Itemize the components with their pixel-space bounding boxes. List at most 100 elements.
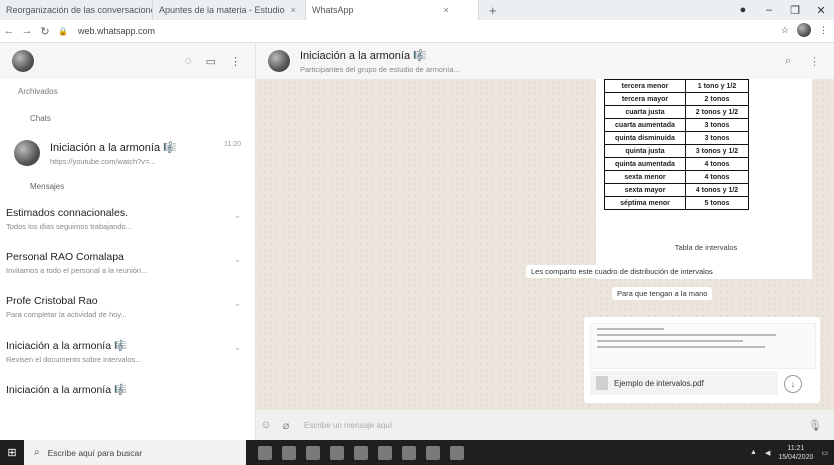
browser-tab-1[interactable]: Reorganización de las conversaciones | A… [0,0,153,20]
close-tab-icon[interactable]: × [444,5,449,15]
search-icon[interactable]: ⌕ [785,55,791,68]
new-chat-icon[interactable]: ▭ [206,55,216,68]
app-icon[interactable] [378,445,392,460]
chat-snippet: Para completar la actividad de hoy... [6,310,127,319]
user-avatar[interactable] [12,50,34,72]
chat-item[interactable]: Profe Cristobal Rao Para completar la ac… [0,289,255,333]
tab-label: Reorganización de las conversaciones | A… [6,5,152,15]
interval-distance: 1 tono y 1/2 [685,79,749,93]
document-message[interactable]: Ejemplo de intervalos.pdf ↓ [584,317,820,403]
status-icon[interactable]: ◌ [185,55,192,68]
windows-start-icon[interactable]: ⊞ [0,440,24,465]
minimize-icon[interactable]: – [756,4,782,16]
microphone-icon[interactable]: 🎙 [808,419,822,432]
document-preview [590,323,816,369]
interval-row: tercera menor 1 tono y 1/2 [604,79,749,93]
chat-name: Personal RAO Comalapa [6,251,124,263]
attach-icon[interactable]: ⌀ [276,419,296,432]
settings-icon[interactable] [450,445,464,460]
interval-name: quinta aumentada [604,157,686,171]
maximize-icon[interactable]: ❐ [782,4,808,17]
chevron-down-icon[interactable]: ⌄ [234,255,241,264]
browser-app-icon[interactable] [354,445,368,460]
app-icon[interactable] [330,445,344,460]
app-icon[interactable] [402,445,416,460]
browser-tab-2[interactable]: Apuntes de la materia - Estudio × [153,0,306,20]
group-avatar[interactable] [268,50,290,72]
browser-tab-strip: Reorganización de las conversaciones | A… [0,0,834,21]
interval-distance: 4 tonos [685,157,749,171]
profile-icon[interactable]: ● [730,4,756,16]
interval-distance: 3 tonos [685,131,749,145]
text-message: Les comparto este cuadro de distribución… [526,265,718,278]
new-tab-button[interactable]: + [479,3,507,18]
interval-name: cuarta aumentada [604,118,686,132]
interval-distance: 2 tonos [685,92,749,106]
notifications-icon[interactable]: ▭ [821,449,828,457]
volume-icon[interactable]: ◀ [765,449,770,457]
search-icon: ⌕ [34,447,40,458]
chevron-down-icon[interactable]: ⌄ [234,211,241,220]
emoji-icon[interactable]: ☺ [256,419,276,431]
interval-name: cuarta justa [604,105,686,119]
clock[interactable]: 11:21 15/04/2020 [778,444,813,462]
windows-taskbar: ⊞ ⌕ Escribe aquí para buscar ▲ ◀ 11:21 1… [0,440,834,465]
taskbar-search-input[interactable]: ⌕ Escribe aquí para buscar [24,440,246,465]
menu-icon[interactable]: ⋮ [230,55,241,68]
chat-item[interactable]: Personal RAO Comalapa Invitamos a todo e… [0,245,255,289]
clock-date: 15/04/2020 [778,453,814,461]
url-field[interactable]: web.whatsapp.com [78,26,155,36]
message-input[interactable]: Escribe un mensaje aquí [304,421,392,430]
document-file-row[interactable]: Ejemplo de intervalos.pdf [590,371,778,395]
profile-avatar[interactable] [797,23,811,37]
bookmark-star-icon[interactable]: ☆ [781,25,789,36]
browser-tab-whatsapp[interactable]: WhatsApp × [306,0,479,20]
close-window-icon[interactable]: ✕ [808,4,834,17]
messages-section-header: Mensajes [30,182,65,191]
chevron-down-icon[interactable]: ⌄ [234,343,241,352]
close-tab-icon[interactable]: × [291,5,296,15]
chat-snippet: https://youtube.com/watch?v=... [50,156,156,166]
archived-row[interactable]: Archivados [0,79,255,105]
interval-row: cuarta aumentada 3 tonos [604,118,749,132]
tab-label: WhatsApp [312,5,354,15]
menu-icon[interactable]: ⋮ [809,55,820,68]
chevron-down-icon[interactable]: ⌄ [234,299,241,308]
clock-time: 11:21 [787,444,805,452]
back-icon[interactable]: ← [0,25,18,37]
interval-name: sexta mayor [604,183,686,197]
forward-icon[interactable]: → [18,25,36,37]
reload-icon[interactable]: ↻ [36,25,54,38]
interval-distance: 3 tonos [685,118,749,132]
interval-name: quinta justa [604,144,686,158]
chat-item-pinned[interactable]: Iniciación a la armonía 🎼 https://youtub… [0,133,255,173]
chat-item[interactable]: Estimados connacionales. Todos los días … [0,201,255,245]
download-icon[interactable]: ↓ [784,375,802,393]
chat-item[interactable]: Iniciación a la armonía 🎼 Revisen el doc… [0,333,255,377]
task-view-icon[interactable] [258,445,272,460]
browser-menu-icon[interactable]: ⋮ [819,25,828,36]
system-tray: ▲ ◀ 11:21 15/04/2020 ▭ [750,440,828,465]
conversation-header[interactable]: Iniciación a la armonía 🎼 Participantes … [256,43,834,79]
address-bar: ← → ↻ 🔒 web.whatsapp.com ☆ ⋮ [0,20,834,43]
chat-time: 11:20 [224,141,241,148]
archived-label: Archivados [18,87,58,96]
app-icon[interactable] [426,445,440,460]
chat-item[interactable]: Iniciación a la armonía 🎼 [0,377,255,421]
app-icon[interactable] [306,445,320,460]
app-icon[interactable] [282,445,296,460]
taskbar-search-placeholder: Escribe aquí para buscar [47,447,143,458]
conversation-panel: Iniciación a la armonía 🎼 Participantes … [256,43,834,440]
network-icon[interactable]: ▲ [750,449,757,456]
interval-distance: 3 tonos y 1/2 [685,144,749,158]
interval-name: sexta menor [604,170,686,184]
interval-row: tercera mayor 2 tonos [604,92,749,106]
chat-name: Iniciación a la armonía 🎼 [6,384,128,396]
tab-label: Apuntes de la materia - Estudio [159,5,285,15]
pdf-file-icon [596,376,608,390]
interval-name: tercera menor [604,79,686,93]
interval-distance: 2 tonos y 1/2 [685,105,749,119]
image-message[interactable]: tercera menor 1 tono y 1/2 tercera mayor 2 … [596,79,812,279]
interval-row: sexta mayor 4 tonos y 1/2 [604,183,749,197]
chat-name: Iniciación a la armonía 🎼 [6,340,128,352]
